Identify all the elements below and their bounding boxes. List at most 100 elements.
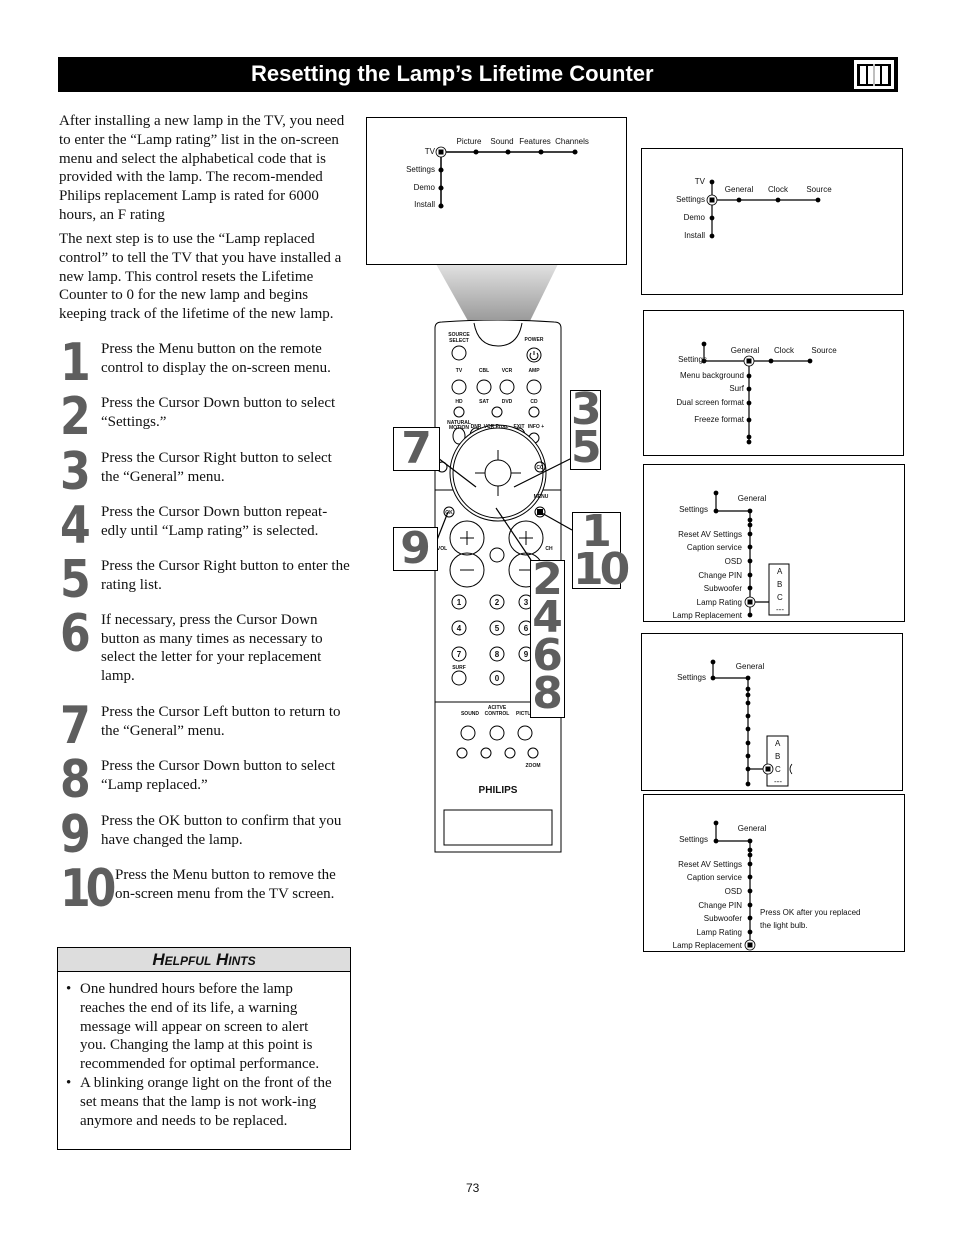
menu-tab: Channels	[555, 137, 589, 146]
menu-item: Install	[684, 231, 705, 240]
rating-option: B	[777, 580, 783, 589]
menu-item: Settings	[679, 835, 708, 844]
menu-item: Settings	[679, 505, 708, 514]
zoom-label: ZOOM	[525, 763, 541, 769]
rating-option: B	[775, 752, 781, 761]
menu-item: Reset AV Settings	[678, 860, 742, 869]
step-text: Press the Cursor Down button to select “…	[101, 758, 336, 793]
rating-option: ---	[776, 605, 784, 614]
menu-screen-settings: TV Settings Demo Install General Clock S…	[641, 148, 903, 295]
menu-item: Install	[414, 200, 435, 209]
confirm-message: Press OK after you replaced	[760, 908, 861, 917]
step-number: 8	[60, 750, 91, 810]
hint-item: One hundred hours before the lamp reache…	[66, 980, 338, 1074]
hint-item: A blinking orange light on the front of …	[66, 1074, 338, 1130]
menu-tab: Source	[806, 185, 832, 194]
callout-steps-3-5: 35	[570, 384, 602, 473]
step-text: Press the Cursor Down button to select “…	[101, 395, 336, 430]
step-number: 3	[60, 442, 91, 502]
menu-item: Lamp Rating	[696, 598, 742, 607]
cursor-icon	[744, 596, 756, 608]
step-text: Press the Cursor Down button repeat-edly…	[101, 504, 328, 539]
menu-tab: General	[737, 824, 767, 833]
menu-item: Settings	[677, 673, 706, 682]
menu-tab: General	[737, 494, 767, 503]
menu-item: Caption service	[686, 873, 742, 882]
hints-title: Helpful Hints	[58, 948, 350, 972]
power-button[interactable]	[527, 348, 541, 362]
menu-screen-main: TV Settings Demo Install Picture Sound F…	[366, 117, 627, 265]
menu-tab: Sound	[490, 137, 514, 146]
cursor-icon	[706, 194, 718, 206]
cursor-icon	[743, 355, 755, 367]
book-icon	[853, 59, 895, 90]
menu-tab: General	[730, 346, 760, 355]
menu-item: Settings	[678, 355, 707, 364]
menu-item: Dual screen format	[676, 398, 744, 407]
rating-option: A	[775, 739, 781, 748]
step-number: 5	[60, 550, 91, 610]
select-label: SELECT	[449, 338, 469, 344]
confirm-message: the light bulb.	[760, 921, 808, 930]
menu-tab: Source	[811, 346, 837, 355]
menu-item: Freeze format	[694, 415, 744, 424]
menu-item: Menu background	[679, 371, 744, 380]
menu-item: Change PIN	[698, 901, 742, 910]
menu-screen-lamp-replacement: Settings General Reset AV Settings Capti…	[643, 794, 905, 952]
intro-paragraph: After installing a new lamp in the TV, y…	[59, 113, 345, 223]
step-number: 4	[60, 496, 91, 556]
menu-tab: Clock	[773, 346, 795, 355]
source-select-button[interactable]	[452, 346, 466, 360]
menu-item: Demo	[413, 183, 435, 192]
callout-step-9: 9	[393, 527, 438, 571]
step-number: 1	[60, 333, 91, 393]
menu-item: Subwoofer	[703, 584, 742, 593]
menu-item: Lamp Replacement	[672, 941, 742, 950]
step-number: 10	[60, 859, 116, 919]
step-number: 7	[60, 696, 91, 756]
rating-option: C	[775, 765, 781, 774]
menu-item: Reset AV Settings	[678, 530, 742, 539]
menu-screen-general: Settings General Clock Source Menu backg…	[643, 310, 904, 456]
cursor-icon	[762, 763, 774, 775]
step-text: Press the OK button to confirm that you …	[101, 813, 342, 848]
step-text: Press the Menu button on the remote cont…	[101, 341, 331, 376]
menu-item: Settings	[406, 165, 435, 174]
callout-steps-2-4-6-8: 2468	[530, 558, 565, 718]
cursor-icon	[435, 146, 447, 158]
callout-step-7: 7	[393, 427, 440, 471]
menu-item: Lamp Rating	[696, 928, 742, 937]
helpful-hints-box: Helpful Hints One hundred hours before t…	[57, 947, 351, 1150]
menu-tab: Picture	[456, 137, 482, 146]
section-header: Resetting the Lamp’s Lifetime Counter	[58, 57, 898, 92]
page-number: 73	[466, 1181, 480, 1195]
tv-label: TV	[455, 368, 463, 374]
step-number: 9	[60, 805, 91, 865]
vcr-label: VCR	[501, 368, 513, 374]
menu-item: TV	[694, 177, 705, 186]
menu-item: OSD	[724, 557, 742, 566]
menu-tab: General	[735, 662, 765, 671]
menu-item: Demo	[683, 213, 705, 222]
rating-option: A	[777, 567, 783, 576]
menu-item: Settings	[676, 195, 705, 204]
cursor-icon	[744, 939, 756, 951]
cbl-label: CBL	[478, 368, 490, 374]
menu-item: Surf	[729, 384, 744, 393]
step-text: If necessary, press the Cursor Down butt…	[101, 612, 323, 684]
menu-item: Change PIN	[698, 571, 742, 580]
step-text: Press the Cursor Right button to enter t…	[101, 558, 350, 593]
menu-item: Lamp Replacement	[672, 611, 742, 620]
callout-steps-1-10: 1 10	[572, 506, 630, 595]
intro-paragraph: The next step is to use the “Lamp replac…	[59, 231, 342, 323]
light-beam	[436, 264, 558, 321]
menu-tab: Features	[519, 137, 551, 146]
step-text: Press the Menu button to remove the on-s…	[115, 867, 336, 902]
step-text: Press the Cursor Left button to return t…	[101, 704, 341, 739]
menu-item: TV	[424, 147, 435, 156]
amp-label: AMP	[528, 368, 540, 374]
menu-item: Subwoofer	[703, 914, 742, 923]
step-number: 2	[60, 387, 91, 447]
page-title: Resetting the Lamp’s Lifetime Counter	[251, 61, 654, 86]
menu-item: Caption service	[686, 543, 742, 552]
